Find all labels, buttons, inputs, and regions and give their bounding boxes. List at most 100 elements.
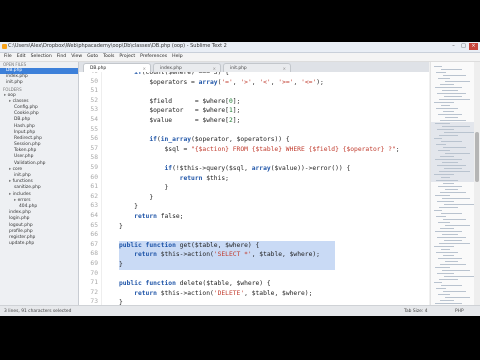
status-syntax[interactable]: PHP bbox=[455, 306, 464, 316]
code-line[interactable]: public function get($table, $where) { bbox=[119, 241, 259, 251]
code-line[interactable]: if(in_array($operator, $operators)) { bbox=[119, 135, 290, 145]
minimap-line bbox=[444, 168, 462, 169]
tab-label: index.php bbox=[160, 66, 182, 71]
code-line[interactable]: $field = $where[0]; bbox=[119, 97, 240, 107]
minimap-line bbox=[438, 186, 462, 187]
minimap-line bbox=[445, 189, 458, 190]
tab-db-php[interactable]: DB.php × bbox=[83, 63, 151, 72]
scrollbar-thumb[interactable] bbox=[475, 132, 479, 182]
code-token: 'DELETE' bbox=[213, 289, 245, 297]
minimap-line bbox=[444, 240, 462, 241]
code-token: ]; bbox=[232, 107, 241, 115]
code-token: , $table, $where); bbox=[251, 251, 320, 259]
code-line[interactable]: return false; bbox=[119, 212, 183, 222]
app-icon bbox=[2, 44, 7, 49]
minimap-line bbox=[441, 141, 462, 142]
code-line[interactable]: } bbox=[119, 298, 123, 305]
menu-view[interactable]: View bbox=[71, 53, 82, 61]
line-number: 53 bbox=[90, 106, 98, 114]
line-number: 58 bbox=[90, 154, 98, 162]
line-number: 63 bbox=[90, 202, 98, 210]
line-number: 66 bbox=[90, 231, 98, 239]
code-line[interactable]: public function delete($table, $where) { bbox=[119, 279, 271, 289]
menu-goto[interactable]: Goto bbox=[87, 53, 98, 61]
minimap[interactable] bbox=[430, 62, 475, 305]
code-token: '>' bbox=[240, 78, 252, 86]
line-number: 49 bbox=[90, 72, 98, 75]
line-number: 55 bbox=[90, 125, 98, 133]
menu-help[interactable]: Help bbox=[172, 53, 182, 61]
code-token: return bbox=[134, 251, 157, 259]
minimap-line bbox=[444, 204, 474, 205]
minimap-viewport[interactable] bbox=[431, 122, 475, 182]
minimap-line bbox=[443, 147, 466, 148]
menu-selection[interactable]: Selection bbox=[31, 53, 52, 61]
code-token: ($operator, $operators)) { bbox=[191, 136, 290, 144]
menu-preferences[interactable]: Preferences bbox=[140, 53, 167, 61]
minimap-line bbox=[445, 81, 470, 82]
minimap-line bbox=[440, 192, 466, 193]
code-token: '=' bbox=[221, 78, 233, 86]
minimap-line bbox=[445, 225, 470, 226]
minimap-line bbox=[440, 300, 454, 301]
code-line[interactable]: $sql = "{$action} FROM {$table} WHERE {$… bbox=[119, 145, 399, 155]
line-number: 61 bbox=[90, 183, 98, 191]
minimap-line bbox=[438, 222, 450, 223]
minimap-line bbox=[438, 78, 450, 79]
code-line[interactable]: if(!$this->query($sql, array($value))->e… bbox=[119, 164, 351, 174]
line-number: 59 bbox=[90, 164, 98, 171]
code-editor[interactable]: 49 50 5152 53 54 55 5657 58 59 60 6162 63 64 65 6667 68… bbox=[79, 72, 429, 305]
tab-index-php[interactable]: index.php × bbox=[153, 63, 221, 72]
code-line[interactable]: } bbox=[119, 202, 138, 212]
menu-project[interactable]: Project bbox=[119, 53, 135, 61]
code-line[interactable]: } bbox=[119, 193, 153, 203]
maximize-button[interactable]: □ bbox=[459, 43, 468, 50]
line-number: 69 bbox=[90, 260, 98, 267]
minimap-line bbox=[442, 90, 458, 91]
code-line[interactable]: $value = $where[2]; bbox=[119, 116, 240, 126]
selection-highlight bbox=[119, 260, 335, 270]
minimap-line bbox=[440, 264, 466, 265]
code-line[interactable]: } bbox=[119, 222, 123, 232]
minimap-line bbox=[435, 159, 462, 160]
file-item[interactable]: update.php bbox=[0, 241, 78, 247]
minimap-line bbox=[438, 294, 450, 295]
menu-find[interactable]: Find bbox=[57, 53, 66, 61]
minimap-line bbox=[437, 201, 454, 202]
code-area[interactable]: if(count($where) === 3) { $operators = a… bbox=[103, 72, 429, 305]
close-button[interactable]: × bbox=[469, 43, 478, 50]
code-token: if bbox=[134, 72, 142, 76]
line-number: 57 bbox=[90, 144, 98, 152]
code-line[interactable]: $operator = $where[1]; bbox=[119, 106, 240, 116]
code-line[interactable]: return $this; bbox=[119, 174, 229, 184]
vertical-scrollbar[interactable] bbox=[474, 62, 480, 305]
code-token: '<=' bbox=[301, 78, 317, 86]
code-token: } bbox=[119, 222, 123, 230]
code-token: in_array bbox=[160, 136, 192, 144]
minimap-line bbox=[438, 150, 450, 151]
minimize-button[interactable]: – bbox=[449, 43, 458, 50]
menu-file[interactable]: File bbox=[4, 53, 12, 61]
code-line[interactable]: $operators = array('=', '>', '<', '>=', … bbox=[119, 78, 324, 88]
minimap-line bbox=[440, 156, 454, 157]
code-token: return bbox=[134, 289, 157, 297]
minimap-line bbox=[435, 87, 462, 88]
menu-tools[interactable]: Tools bbox=[103, 53, 114, 61]
status-tab-size[interactable]: Tab Size: 4 bbox=[404, 306, 428, 316]
code-line[interactable]: return $this->action('SELECT *', $table,… bbox=[119, 250, 320, 260]
code-line[interactable]: } bbox=[119, 183, 168, 193]
minimap-line bbox=[439, 279, 458, 280]
minimap-line bbox=[436, 288, 446, 289]
sublime-text-window: C:\Users\Alex\Dropbox\Web\phpacademy\oop… bbox=[0, 42, 480, 316]
menu-edit[interactable]: Edit bbox=[17, 53, 26, 61]
minimap-line bbox=[443, 183, 454, 184]
minimap-line bbox=[440, 84, 454, 85]
tab-init-php[interactable]: init.php × bbox=[223, 63, 291, 72]
code-line[interactable]: } bbox=[119, 260, 123, 270]
code-line[interactable]: return $this->action('DELETE', $table, $… bbox=[119, 289, 312, 299]
minimap-line bbox=[435, 123, 450, 124]
